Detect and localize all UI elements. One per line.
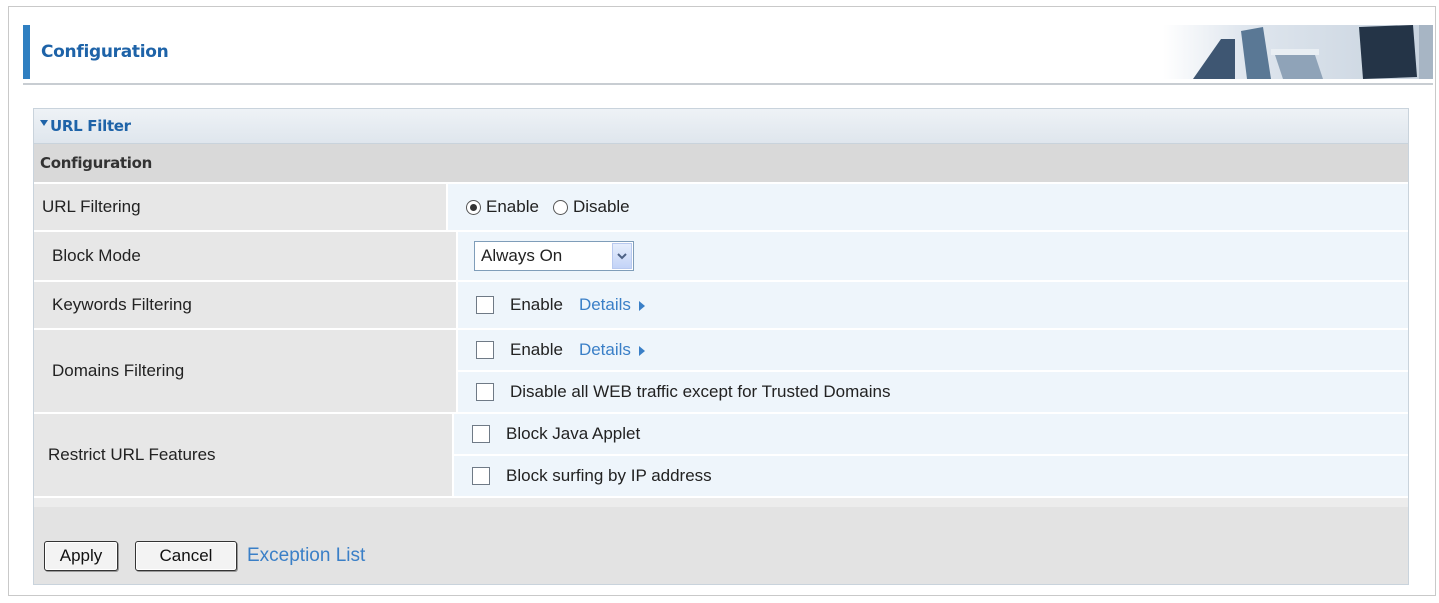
keywords-details-link[interactable]: Details (579, 295, 645, 315)
row-url-filtering: URL Filtering Enable Disable (34, 184, 1408, 232)
keywords-filtering-options: Enable Details (458, 282, 1408, 328)
restrict-url-label: Restrict URL Features (34, 414, 454, 496)
trusted-domains-checkbox[interactable] (476, 383, 494, 401)
disable-radio[interactable] (552, 199, 568, 215)
section-title: URL Filter (50, 117, 131, 135)
office-banner-image (1163, 25, 1433, 79)
enable-radio[interactable] (466, 199, 481, 215)
keywords-enable-checkbox[interactable] (476, 296, 494, 314)
block-mode-value: Always On (481, 246, 563, 265)
url-filter-panel: URL Filter Configuration URL Filtering E… (33, 108, 1409, 585)
block-mode-select[interactable]: Always On (474, 241, 634, 271)
restrict-url-options: Block Java Applet Block surfing by IP ad… (454, 414, 1408, 496)
row-block-mode: Block Mode Always On (34, 232, 1408, 282)
block-mode-label: Block Mode (34, 232, 458, 280)
domains-filtering-label: Domains Filtering (34, 330, 458, 412)
domains-details-link[interactable]: Details (579, 340, 645, 360)
domains-filtering-options: Enable Details Disable all WEB traffic e… (458, 330, 1408, 412)
block-ip-checkbox[interactable] (472, 467, 490, 485)
url-filtering-label: URL Filtering (34, 184, 448, 230)
block-mode-cell: Always On (458, 232, 1408, 280)
domains-enable-label: Enable (510, 340, 563, 359)
block-java-checkbox[interactable] (472, 425, 490, 443)
block-ip-label: Block surfing by IP address (506, 466, 712, 485)
keywords-filtering-label: Keywords Filtering (34, 282, 458, 328)
row-keywords-filtering: Keywords Filtering Enable Details (34, 282, 1408, 330)
enable-radio-label[interactable]: Enable (486, 197, 539, 217)
block-java-label: Block Java Applet (506, 424, 641, 443)
domains-details-text[interactable]: Details (579, 340, 631, 359)
footer-bar (34, 507, 1408, 584)
keywords-details-text[interactable]: Details (579, 295, 631, 314)
page-title: Configuration (41, 42, 169, 62)
cancel-button[interactable]: Cancel (135, 541, 237, 571)
trusted-domains-line: Disable all WEB traffic except for Trust… (458, 370, 1408, 412)
radio-selected-dot (470, 203, 477, 211)
disable-radio-label[interactable]: Disable (573, 197, 630, 217)
domains-enable-line: Enable Details (458, 330, 1408, 370)
keywords-enable-label: Enable (510, 295, 563, 314)
row-restrict-url: Restrict URL Features Block Java Applet … (34, 414, 1408, 498)
java-applet-line: Block Java Applet (454, 414, 1408, 454)
row-domains-filtering: Domains Filtering Enable Details Disable… (34, 330, 1408, 414)
page-frame: Configuration URL Filter Configuration U… (8, 6, 1436, 596)
config-subheader: Configuration (34, 144, 1408, 184)
trusted-domains-label: Disable all WEB traffic except for Trust… (510, 382, 891, 401)
exception-list-link[interactable]: Exception List (247, 545, 365, 567)
url-filtering-options: Enable Disable (448, 184, 1408, 230)
section-header[interactable]: URL Filter (34, 109, 1408, 144)
collapse-triangle-icon (40, 120, 48, 126)
ip-surfing-line: Block surfing by IP address (454, 454, 1408, 496)
right-arrow-icon (638, 300, 645, 311)
right-arrow-icon (638, 345, 645, 356)
chevron-down-icon[interactable] (612, 243, 632, 269)
domains-enable-checkbox[interactable] (476, 341, 494, 359)
chevron-down-glyph (617, 252, 627, 259)
page-header: Configuration (23, 25, 1433, 85)
apply-button[interactable]: Apply (44, 541, 118, 571)
title-accent-bar (23, 25, 30, 79)
